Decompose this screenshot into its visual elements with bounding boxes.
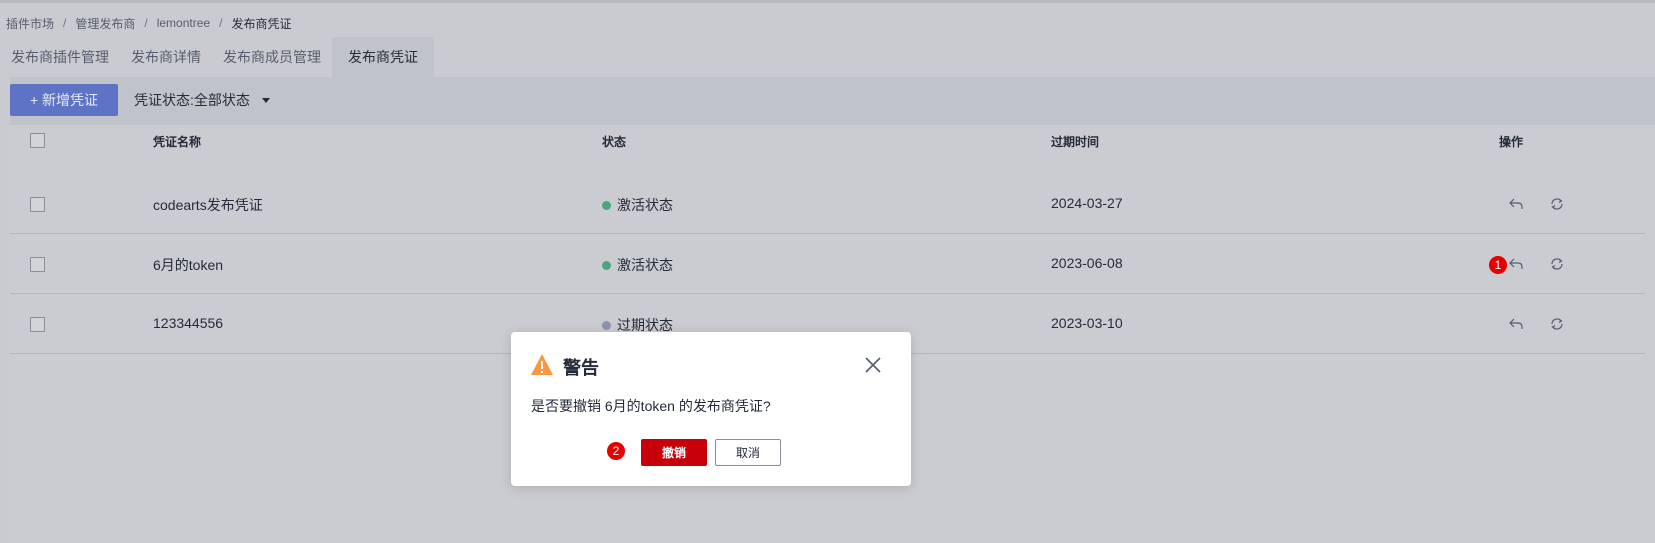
dialog-title: 警告 — [563, 358, 599, 378]
select-all-checkbox[interactable] — [30, 133, 45, 148]
status-filter-value: 全部状态 — [193, 92, 250, 108]
breadcrumb-item-current: 发布商凭证 — [231, 16, 292, 31]
add-credential-button[interactable]: + 新增凭证 — [10, 84, 118, 116]
revoke-confirm-button[interactable]: 撤销 — [641, 439, 707, 466]
header-status: 状态 — [602, 135, 627, 149]
breadcrumb-separator: / — [144, 16, 148, 30]
cancel-button[interactable]: 取消 — [715, 439, 781, 466]
breadcrumb-separator: / — [219, 16, 223, 30]
toolbar: + 新增凭证 凭证状态: 全部状态 — [10, 77, 1655, 125]
breadcrumb-item-plugin-market[interactable]: 插件市场 — [6, 15, 54, 32]
header-expiry: 过期时间 — [1051, 135, 1100, 149]
expiry-date: 2023-06-08 — [1051, 255, 1123, 271]
tab-bar: 发布商插件管理 发布商详情 发布商成员管理 发布商凭证 — [0, 37, 434, 77]
status-dot-icon — [602, 200, 611, 210]
refresh-icon[interactable] — [1546, 315, 1567, 333]
dialog-message: 是否要撤销 6月的token 的发布商凭证? — [531, 398, 771, 414]
row-checkbox[interactable] — [30, 257, 45, 272]
status-filter-dropdown[interactable]: 凭证状态: 全部状态 — [134, 90, 270, 110]
breadcrumb-item-manage-publisher[interactable]: 管理发布商 — [75, 15, 135, 32]
row-checkbox[interactable] — [30, 317, 45, 332]
status-text: 激活状态 — [617, 257, 673, 273]
table-row: 6月的token 激活状态 2023-06-08 1 — [10, 235, 1645, 294]
breadcrumb-separator: / — [63, 16, 67, 30]
revoke-icon[interactable] — [1505, 195, 1526, 213]
tab-publisher-details[interactable]: 发布商详情 — [120, 37, 212, 77]
top-border — [0, 0, 1655, 3]
revoke-confirm-dialog: 警告 是否要撤销 6月的token 的发布商凭证? 2 撤销 取消 — [511, 332, 911, 486]
status-filter-label: 凭证状态: — [134, 92, 194, 108]
warning-icon — [530, 353, 554, 377]
header-actions: 操作 — [1499, 135, 1524, 149]
row-actions — [1505, 195, 1567, 213]
credential-name: 6月的token — [153, 257, 224, 273]
expiry-date: 2024-03-27 — [1051, 195, 1123, 211]
caret-down-icon — [261, 97, 270, 103]
header-name: 凭证名称 — [153, 135, 202, 149]
revoke-icon[interactable] — [1505, 315, 1526, 333]
status-text: 激活状态 — [617, 197, 673, 213]
status-cell: 激活状态 — [602, 255, 673, 275]
table-header: 凭证名称 状态 过期时间 操作 — [10, 125, 1645, 175]
credential-name: 123344556 — [153, 315, 224, 331]
row-actions — [1505, 315, 1567, 333]
row-checkbox[interactable] — [30, 197, 45, 212]
tab-member-management[interactable]: 发布商成员管理 — [212, 37, 332, 77]
table-row: codearts发布凭证 激活状态 2024-03-27 — [10, 175, 1645, 234]
status-dot-icon — [602, 260, 611, 270]
row-actions — [1505, 255, 1567, 273]
tab-plugin-management[interactable]: 发布商插件管理 — [0, 37, 120, 77]
expiry-date: 2023-03-10 — [1051, 315, 1123, 331]
close-icon[interactable] — [864, 356, 882, 374]
breadcrumb: 插件市场 / 管理发布商 / lemontree / 发布商凭证 — [6, 14, 291, 32]
status-cell: 激活状态 — [602, 195, 673, 215]
breadcrumb-item-publisher[interactable]: lemontree — [157, 16, 210, 30]
step-marker-2: 2 — [607, 442, 625, 460]
revoke-icon[interactable] — [1505, 255, 1526, 273]
credential-name: codearts发布凭证 — [153, 197, 263, 213]
tab-publisher-credentials[interactable]: 发布商凭证 — [332, 37, 434, 77]
status-dot-icon — [602, 320, 611, 330]
refresh-icon[interactable] — [1546, 255, 1567, 273]
refresh-icon[interactable] — [1546, 195, 1567, 213]
